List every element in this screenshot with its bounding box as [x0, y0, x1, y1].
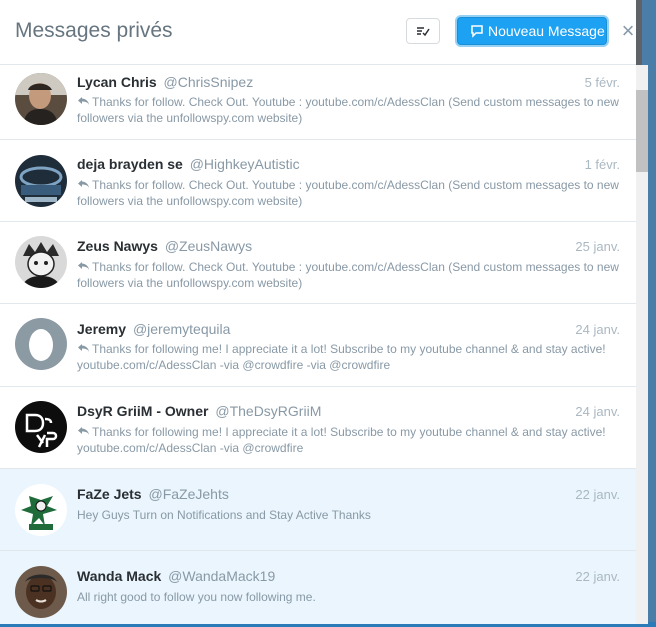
- reply-icon: [78, 427, 89, 435]
- sender-name[interactable]: Wanda Mack: [77, 568, 161, 584]
- message-date: 22 janv.: [575, 487, 620, 502]
- snippet-text: Thanks for following me! I appreciate it…: [77, 342, 606, 372]
- conversation-row[interactable]: deja brayden se @HighkeyAutistic 1 févr.…: [0, 140, 636, 222]
- sender-line: DsyR GriiM - Owner @TheDsyRGriiM: [77, 403, 321, 419]
- conversation-row[interactable]: Wanda Mack @WandaMack19 22 janv. All rig…: [0, 551, 636, 624]
- conversation-row[interactable]: Zeus Nawys @ZeusNawys 25 janv. Thanks fo…: [0, 222, 636, 304]
- message-snippet: Hey Guys Turn on Notifications and Stay …: [77, 507, 623, 523]
- sender-name[interactable]: Zeus Nawys: [77, 238, 158, 254]
- message-snippet: All right good to follow you now followi…: [77, 589, 623, 605]
- sender-name[interactable]: Jeremy: [77, 321, 126, 337]
- stadium-avatar[interactable]: [15, 155, 67, 207]
- sender-handle: @HighkeyAutistic: [189, 156, 300, 172]
- dialog-title: Messages privés: [15, 19, 173, 42]
- sender-handle: @ZeusNawys: [164, 238, 253, 254]
- sender-handle: @TheDsyRGriiM: [215, 403, 322, 419]
- message-date: 5 févr.: [584, 75, 620, 90]
- sender-name[interactable]: Lycan Chris: [77, 74, 157, 90]
- message-snippet: Thanks for follow. Check Out. Youtube : …: [77, 94, 623, 126]
- conversation-row[interactable]: Lycan Chris @ChrisSnipez 5 févr. Thanks …: [0, 65, 636, 140]
- sender-line: Wanda Mack @WandaMack19: [77, 568, 275, 584]
- message-date: 1 févr.: [584, 157, 620, 172]
- sender-handle: @jeremytequila: [132, 321, 231, 337]
- dm-header: Messages privés Nouveau Message ×: [0, 0, 636, 65]
- conversation-row[interactable]: DsyR GriiM - Owner @TheDsyRGriiM 24 janv…: [0, 387, 636, 469]
- reply-icon: [78, 262, 89, 270]
- snippet-text: Hey Guys Turn on Notifications and Stay …: [77, 508, 371, 522]
- sender-line: Zeus Nawys @ZeusNawys: [77, 238, 252, 254]
- person-photo-avatar[interactable]: [15, 566, 67, 618]
- compose-message-icon: [471, 25, 483, 38]
- message-snippet: Thanks for following me! I appreciate it…: [77, 424, 623, 456]
- sender-line: Jeremy @jeremytequila: [77, 321, 230, 337]
- message-snippet: Thanks for follow. Check Out. Youtube : …: [77, 259, 623, 291]
- snippet-text: Thanks for follow. Check Out. Youtube : …: [77, 260, 619, 290]
- close-icon[interactable]: ×: [619, 20, 636, 42]
- scrollbar-thumb[interactable]: [636, 90, 648, 172]
- snippet-text: Thanks for follow. Check Out. Youtube : …: [77, 178, 619, 208]
- conversation-scrollbar[interactable]: [636, 65, 648, 624]
- sender-handle: @WandaMack19: [168, 568, 276, 584]
- snippet-text: Thanks for follow. Check Out. Youtube : …: [77, 95, 619, 125]
- default-egg-avatar[interactable]: [15, 318, 67, 370]
- sender-line: Lycan Chris @ChrisSnipez: [77, 74, 253, 90]
- jets-logo-avatar[interactable]: [15, 484, 67, 536]
- message-date: 24 janv.: [575, 404, 620, 419]
- mark-all-read-icon: [417, 27, 430, 37]
- conversation-row[interactable]: FaZe Jets @FaZeJehts 22 janv. Hey Guys T…: [0, 469, 636, 551]
- snippet-text: All right good to follow you now followi…: [77, 590, 316, 604]
- anime-character-avatar[interactable]: [15, 236, 67, 288]
- sender-name[interactable]: DsyR GriiM - Owner: [77, 403, 208, 419]
- dm-dialog: Messages privés Nouveau Message × Lycan …: [0, 0, 636, 624]
- message-date: 22 janv.: [575, 569, 620, 584]
- message-date: 24 janv.: [575, 322, 620, 337]
- reply-icon: [78, 97, 89, 105]
- sender-line: deja brayden se @HighkeyAutistic: [77, 156, 300, 172]
- mark-all-read-button[interactable]: [406, 18, 440, 44]
- reply-icon: [78, 344, 89, 352]
- sender-handle: @ChrisSnipez: [163, 74, 254, 90]
- dsyr-logo-avatar[interactable]: [15, 401, 67, 453]
- sender-handle: @FaZeJehts: [148, 486, 229, 502]
- sender-name[interactable]: FaZe Jets: [77, 486, 142, 502]
- new-message-button[interactable]: Nouveau Message: [457, 17, 607, 45]
- message-snippet: Thanks for following me! I appreciate it…: [77, 341, 623, 373]
- message-snippet: Thanks for follow. Check Out. Youtube : …: [77, 177, 623, 209]
- person-photo-avatar[interactable]: [15, 73, 67, 125]
- snippet-text: Thanks for following me! I appreciate it…: [77, 425, 606, 455]
- conversation-list: Lycan Chris @ChrisSnipez 5 févr. Thanks …: [0, 65, 636, 624]
- sender-name[interactable]: deja brayden se: [77, 156, 183, 172]
- message-date: 25 janv.: [575, 239, 620, 254]
- conversation-row[interactable]: Jeremy @jeremytequila 24 janv. Thanks fo…: [0, 304, 636, 387]
- new-message-label: Nouveau Message: [488, 23, 605, 39]
- sender-line: FaZe Jets @FaZeJehts: [77, 486, 229, 502]
- reply-icon: [78, 180, 89, 188]
